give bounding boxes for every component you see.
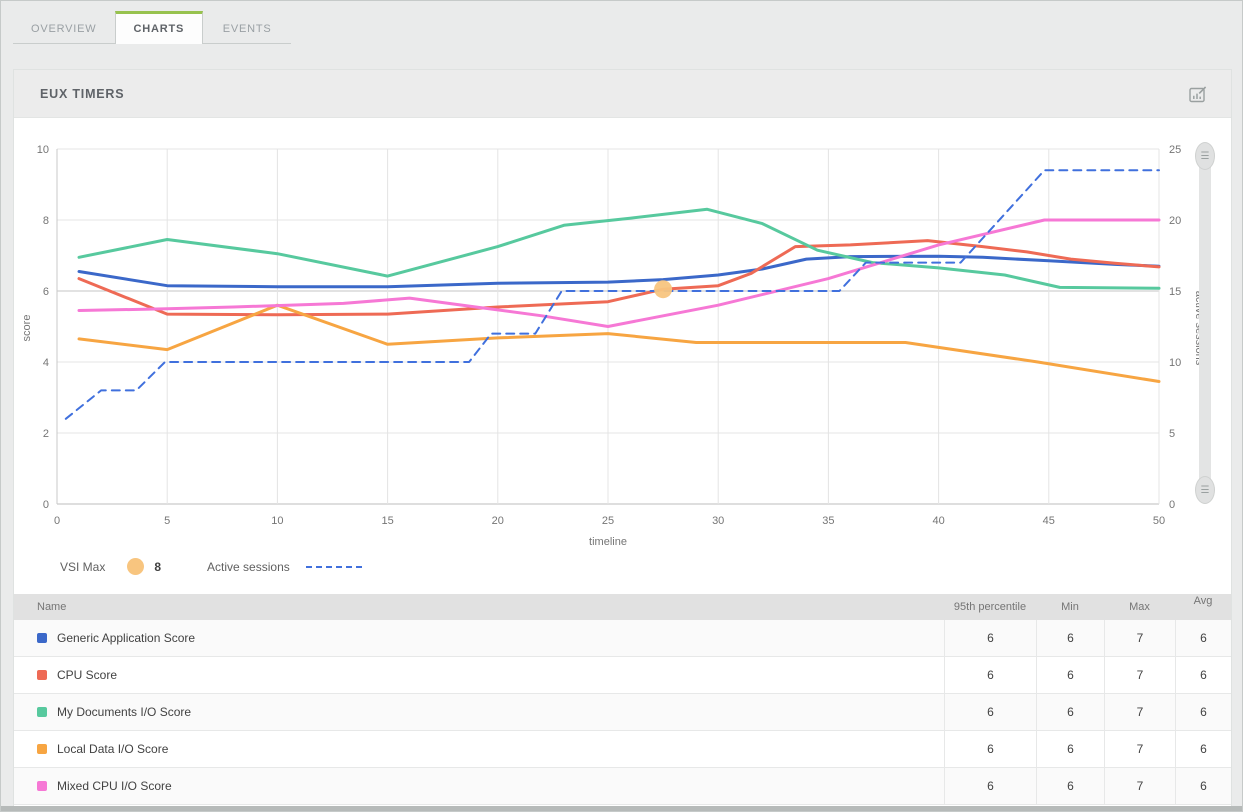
value-max: 7 xyxy=(1104,657,1175,693)
series-name: Generic Application Score xyxy=(57,631,195,645)
series-generic-application-score xyxy=(79,256,1159,287)
svg-text:20: 20 xyxy=(1169,215,1181,227)
series-color-swatch xyxy=(37,781,47,791)
table-header: Name 95th percentile Min Max Avg xyxy=(14,594,1231,620)
value-95th-percentile: 6 xyxy=(944,694,1036,730)
value-max: 7 xyxy=(1104,694,1175,730)
eux-chart-svg: 0 2 4 6 8 10 0 5 10 15 20 25 0 5 10 15 20 25 30 35 40 45 50 sco… xyxy=(14,118,1233,558)
series-name: Mixed CPU I/O Score xyxy=(57,779,172,793)
value-max: 7 xyxy=(1104,731,1175,767)
value-95th-percentile: 6 xyxy=(944,731,1036,767)
svg-text:30: 30 xyxy=(712,515,724,527)
table-row[interactable]: Generic Application Score6676 xyxy=(14,620,1231,657)
svg-text:25: 25 xyxy=(602,515,614,527)
svg-text:4: 4 xyxy=(43,357,49,369)
col-header-name: Name xyxy=(14,594,944,620)
chart-legend: VSI Max 8 Active sessions xyxy=(60,558,362,575)
svg-text:0: 0 xyxy=(54,515,60,527)
svg-text:10: 10 xyxy=(271,515,283,527)
value-avg: 6 xyxy=(1175,694,1231,730)
value-avg: 6 xyxy=(1175,731,1231,767)
svg-text:5: 5 xyxy=(1169,428,1175,440)
svg-text:10: 10 xyxy=(37,144,49,156)
svg-text:6: 6 xyxy=(43,286,49,298)
series-name: My Documents I/O Score xyxy=(57,705,191,719)
app-window: OVERVIEWCHARTSEVENTS EUX TIMERS 02468100… xyxy=(0,0,1243,812)
series-name: Local Data I/O Score xyxy=(57,742,168,756)
value-avg: 6 xyxy=(1175,657,1231,693)
scores-table: Name 95th percentile Min Max Avg Generic… xyxy=(14,594,1231,805)
table-row[interactable]: Mixed CPU I/O Score6676 xyxy=(14,768,1231,805)
active-sessions-dash-icon xyxy=(306,566,362,568)
series-cpu-score xyxy=(79,241,1159,315)
svg-text:20: 20 xyxy=(492,515,504,527)
value-95th-percentile: 6 xyxy=(944,768,1036,804)
col-header-avg: Avg xyxy=(1175,594,1231,620)
svg-text:15: 15 xyxy=(381,515,393,527)
svg-text:40: 40 xyxy=(932,515,944,527)
series-color-swatch xyxy=(37,670,47,680)
svg-text:35: 35 xyxy=(822,515,834,527)
panel-title: EUX TIMERS xyxy=(40,87,124,101)
series-color-swatch xyxy=(37,707,47,717)
active-sessions-label: Active sessions xyxy=(207,560,290,574)
value-avg: 6 xyxy=(1175,768,1231,804)
tab-events[interactable]: EVENTS xyxy=(203,11,291,44)
svg-text:5: 5 xyxy=(164,515,170,527)
vsi-max-label: VSI Max xyxy=(60,560,105,574)
vsi-max-value: 8 xyxy=(154,560,161,574)
series-color-swatch xyxy=(37,633,47,643)
vsi-max-marker-icon xyxy=(127,558,144,575)
eux-timers-panel: EUX TIMERS 0 2 4 6 8 10 0 5 10 15 20 25 0 5 10 15 20 25 30… xyxy=(13,69,1232,807)
svg-text:0: 0 xyxy=(43,499,49,511)
value-95th-percentile: 6 xyxy=(944,620,1036,656)
svg-text:0: 0 xyxy=(1169,499,1175,511)
chart-edit-icon[interactable] xyxy=(1185,81,1211,107)
value-min: 6 xyxy=(1036,768,1104,804)
svg-text:15: 15 xyxy=(1169,286,1181,298)
col-header-min: Min xyxy=(1036,594,1104,620)
table-row[interactable]: My Documents I/O Score6676 xyxy=(14,694,1231,731)
y-axis-title-score: score xyxy=(21,315,33,342)
value-min: 6 xyxy=(1036,694,1104,730)
value-max: 7 xyxy=(1104,768,1175,804)
vsi-max-point xyxy=(654,280,672,298)
value-avg: 6 xyxy=(1175,620,1231,656)
slider-handle-bottom[interactable]: ☰ xyxy=(1195,476,1215,504)
col-header-95th-percentile: 95th percentile xyxy=(944,594,1036,620)
series-local-data-i-o-score xyxy=(79,305,1159,381)
tab-bar: OVERVIEWCHARTSEVENTS xyxy=(13,11,291,44)
svg-text:25: 25 xyxy=(1169,144,1181,156)
chart-axis-labels: 0 2 4 6 8 10 0 5 10 15 20 25 0 5 10 15 20 25 30 35 40 45 50 sco… xyxy=(21,144,1205,548)
series-active-sessions xyxy=(66,170,1159,418)
window-bottom-edge xyxy=(1,806,1242,811)
svg-text:8: 8 xyxy=(43,215,49,227)
right-axis-slider-track[interactable] xyxy=(1199,144,1211,504)
svg-text:2: 2 xyxy=(43,428,49,440)
table-row[interactable]: CPU Score6676 xyxy=(14,657,1231,694)
series-color-swatch xyxy=(37,744,47,754)
col-header-max: Max xyxy=(1104,594,1175,620)
svg-text:50: 50 xyxy=(1153,515,1165,527)
svg-text:10: 10 xyxy=(1169,357,1181,369)
value-min: 6 xyxy=(1036,731,1104,767)
table-row[interactable]: Local Data I/O Score6676 xyxy=(14,731,1231,768)
x-axis-title-timeline: timeline xyxy=(589,536,627,548)
series-name: CPU Score xyxy=(57,668,117,682)
value-max: 7 xyxy=(1104,620,1175,656)
tab-charts[interactable]: CHARTS xyxy=(115,11,204,44)
tab-overview[interactable]: OVERVIEW xyxy=(13,11,115,44)
table-body: Generic Application Score6676CPU Score66… xyxy=(14,620,1231,805)
value-min: 6 xyxy=(1036,657,1104,693)
value-min: 6 xyxy=(1036,620,1104,656)
svg-text:45: 45 xyxy=(1043,515,1055,527)
eux-timers-chart[interactable]: 0 2 4 6 8 10 0 5 10 15 20 25 0 5 10 15 20 25 30 35 40 45 50 sco… xyxy=(14,118,1231,594)
value-95th-percentile: 6 xyxy=(944,657,1036,693)
slider-handle-top[interactable]: ☰ xyxy=(1195,142,1215,170)
panel-header: EUX TIMERS xyxy=(14,70,1231,118)
